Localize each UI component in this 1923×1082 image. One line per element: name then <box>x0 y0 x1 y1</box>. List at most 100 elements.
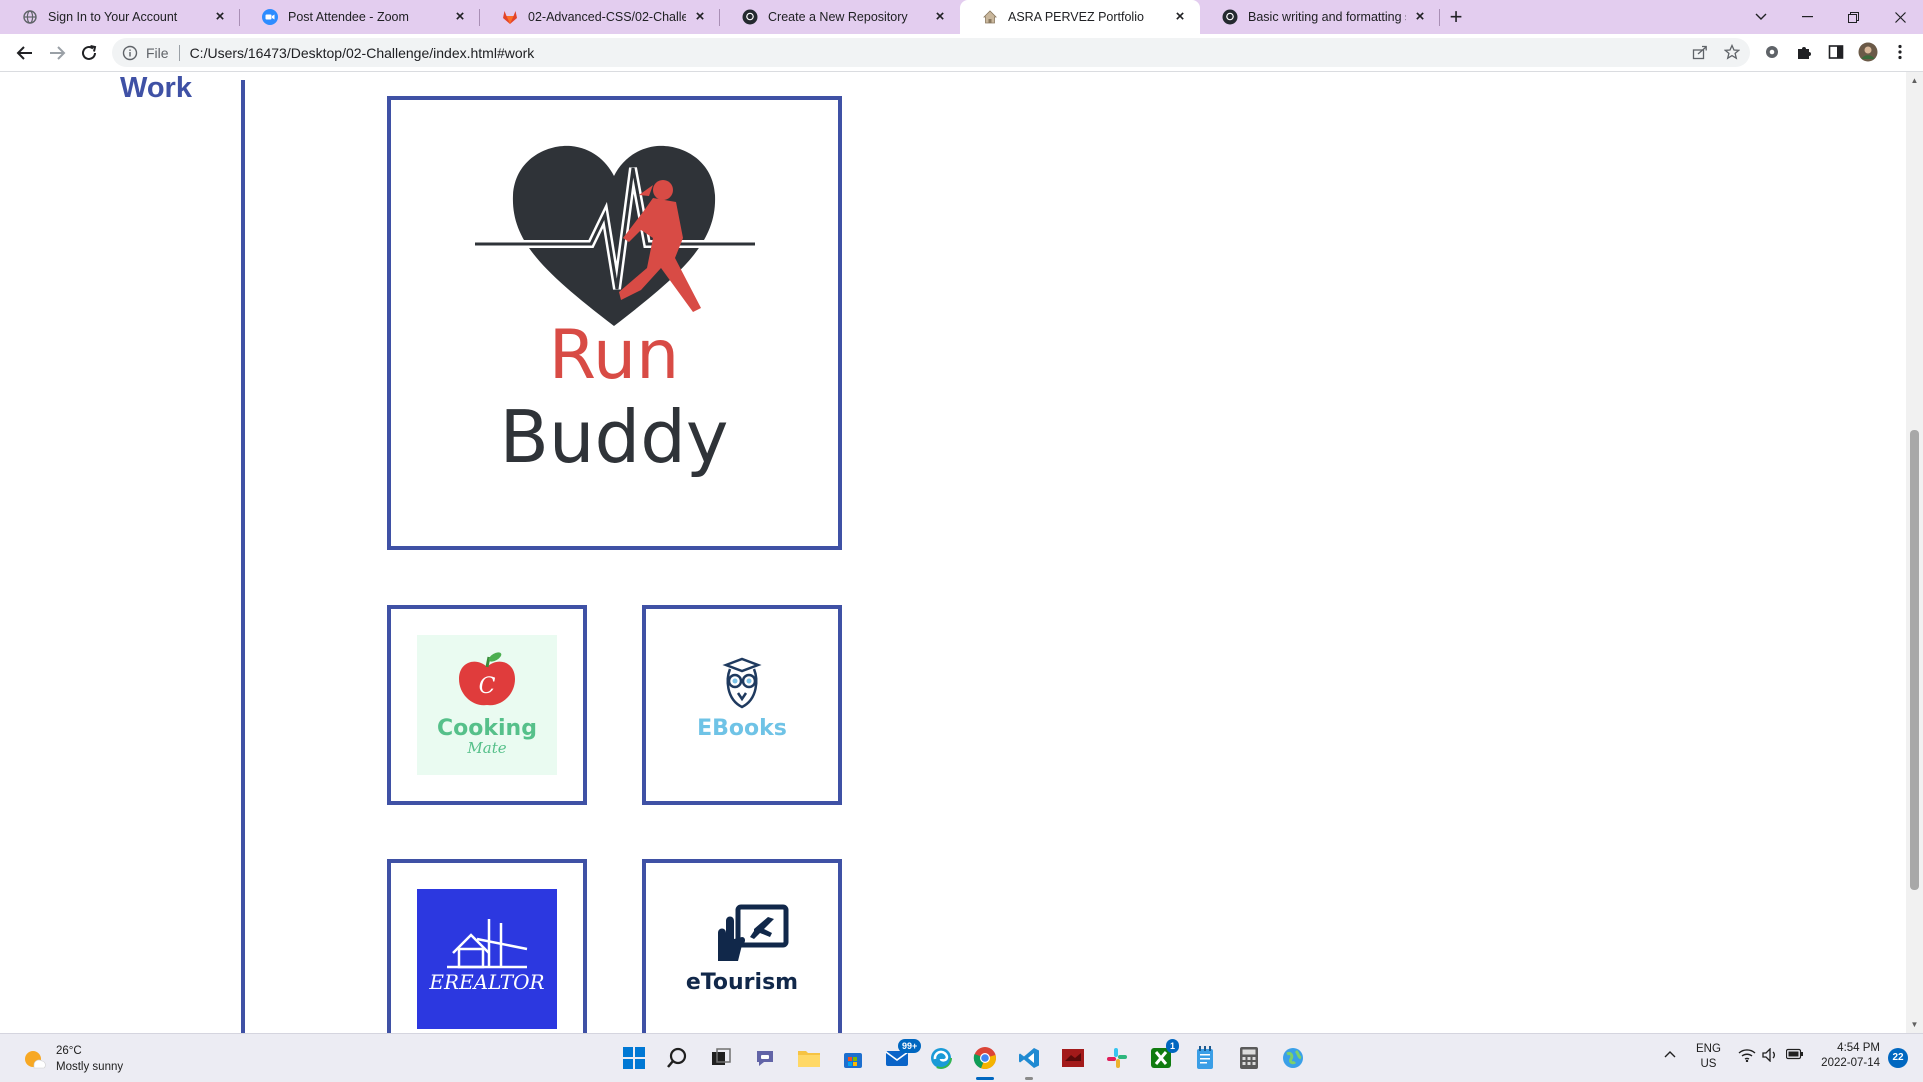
clock-date: 2022-07-14 <box>1821 1057 1880 1069</box>
close-icon[interactable]: × <box>1172 9 1188 25</box>
teams-chat-icon[interactable] <box>750 1043 780 1073</box>
erealtor-text: EREALTOR <box>428 970 544 994</box>
tab-sign-in[interactable]: Sign In to Your Account × <box>0 0 240 34</box>
task-view-icon[interactable] <box>706 1043 736 1073</box>
globe-app-icon[interactable] <box>1278 1043 1308 1073</box>
tab-strip: Sign In to Your Account × Post Attendee … <box>0 0 1923 34</box>
close-icon[interactable]: × <box>1412 9 1428 25</box>
windows-taskbar: 26°C Mostly sunny 99+ 1 ENG US 4:54 PM 2… <box>0 1033 1923 1082</box>
address-bar[interactable]: File C:/Users/16473/Desktop/02-Challenge… <box>112 38 1750 67</box>
battery-icon[interactable] <box>1785 1048 1804 1065</box>
start-icon[interactable] <box>619 1043 649 1073</box>
info-icon[interactable] <box>122 45 138 61</box>
side-panel-icon[interactable] <box>1826 42 1846 62</box>
mail-icon[interactable]: 99+ <box>882 1039 922 1073</box>
close-icon[interactable]: × <box>692 9 708 25</box>
chrome-icon[interactable] <box>970 1043 1000 1080</box>
language-indicator[interactable]: ENG US <box>1696 1042 1721 1072</box>
project-card-ebooks[interactable]: EBooks <box>642 605 842 805</box>
work-section-title: Work <box>120 72 192 104</box>
globe-icon <box>22 9 38 25</box>
run-buddy-text-run: Run <box>549 316 679 395</box>
clock-time: 4:54 PM <box>1837 1042 1880 1054</box>
section-divider-line <box>241 80 245 1033</box>
app-red-icon[interactable] <box>1058 1043 1088 1073</box>
zoom-icon <box>262 9 278 25</box>
share-icon[interactable] <box>1690 42 1710 62</box>
page-viewport: Work Run Buddy C Cooking Mate EBooks ERE… <box>0 72 1906 1033</box>
volume-icon[interactable] <box>1762 1047 1778 1067</box>
project-card-etourism[interactable]: eTourism <box>642 859 842 1033</box>
edge-icon[interactable] <box>926 1043 956 1073</box>
extension-gear-icon[interactable] <box>1762 42 1782 62</box>
wifi-icon[interactable] <box>1738 1048 1756 1067</box>
bookmark-star-icon[interactable] <box>1722 42 1742 62</box>
etourism-text: eTourism <box>686 970 798 995</box>
project-card-cooking-mate[interactable]: C Cooking Mate <box>387 605 587 805</box>
slack-icon[interactable] <box>1102 1043 1132 1073</box>
close-icon[interactable]: × <box>932 9 948 25</box>
forward-icon[interactable] <box>42 38 72 68</box>
tab-basic-writing[interactable]: Basic writing and formatting synt × <box>1200 0 1440 34</box>
erealtor-logo: EREALTOR <box>417 889 557 1029</box>
scheme-label: File <box>146 44 169 61</box>
back-icon[interactable] <box>10 38 40 68</box>
url-text[interactable]: C:/Users/16473/Desktop/02-Challenge/inde… <box>190 45 535 61</box>
close-icon[interactable]: × <box>212 9 228 25</box>
mail-badge: 99+ <box>898 1039 922 1053</box>
profile-avatar[interactable] <box>1858 42 1878 62</box>
scrollbar-thumb[interactable] <box>1910 430 1919 890</box>
xbox-badge: 1 <box>1166 1039 1180 1053</box>
vscode-icon[interactable] <box>1014 1043 1044 1080</box>
cooking-mate-text-cooking: Cooking <box>437 716 537 741</box>
search-icon[interactable] <box>662 1043 692 1073</box>
clock[interactable]: 4:54 PM 2022-07-14 <box>1818 1041 1880 1071</box>
run-buddy-logo: Run Buddy <box>475 145 755 479</box>
weather-temp: 26°C <box>56 1045 82 1057</box>
tab-create-repo[interactable]: Create a New Repository × <box>720 0 960 34</box>
scroll-up-icon[interactable]: ▲ <box>1910 76 1919 85</box>
project-card-run-buddy[interactable]: Run Buddy <box>387 96 842 550</box>
extensions-puzzle-icon[interactable] <box>1794 42 1814 62</box>
xbox-icon[interactable]: 1 <box>1146 1039 1180 1073</box>
weather-widget[interactable]: 26°C Mostly sunny <box>22 1043 123 1075</box>
tray-chevron-icon[interactable] <box>1664 1048 1676 1063</box>
minimize-icon[interactable] <box>1784 0 1830 34</box>
tab-portfolio[interactable]: ASRA PERVEZ Portfolio × <box>960 0 1200 34</box>
tab-search-icon[interactable] <box>1738 0 1784 34</box>
new-tab-button[interactable]: + <box>1440 0 1472 34</box>
house-icon <box>982 9 998 25</box>
file-explorer-icon[interactable] <box>794 1043 824 1073</box>
menu-dots-icon[interactable] <box>1890 42 1910 62</box>
ebooks-logo: EBooks <box>697 657 787 741</box>
tab-title: ASRA PERVEZ Portfolio <box>1008 10 1144 24</box>
weather-condition: Mostly sunny <box>56 1061 124 1073</box>
svg-text:C: C <box>479 674 496 699</box>
close-window-icon[interactable] <box>1877 0 1923 34</box>
calculator-icon[interactable] <box>1234 1043 1264 1073</box>
cooking-mate-text-mate: Mate <box>466 739 506 757</box>
run-buddy-text-buddy: Buddy <box>499 395 728 479</box>
notepad-icon[interactable] <box>1190 1043 1220 1073</box>
tab-title: Create a New Repository <box>768 10 908 24</box>
tab-gitlab[interactable]: 02-Advanced-CSS/02-Challenge × <box>480 0 720 34</box>
etourism-logo: eTourism <box>686 904 798 995</box>
notification-count-badge[interactable]: 22 <box>1888 1048 1908 1068</box>
language-region: US <box>1700 1058 1717 1070</box>
browser-toolbar: File C:/Users/16473/Desktop/02-Challenge… <box>0 34 1923 72</box>
gitlab-icon <box>502 9 518 25</box>
github-icon <box>742 9 758 25</box>
scroll-down-icon[interactable]: ▼ <box>1910 1020 1919 1029</box>
sun-icon <box>25 1051 46 1069</box>
tab-zoom[interactable]: Post Attendee - Zoom × <box>240 0 480 34</box>
restore-icon[interactable] <box>1830 0 1876 34</box>
close-icon[interactable]: × <box>452 9 468 25</box>
tab-title: Sign In to Your Account <box>48 10 178 24</box>
github-icon <box>1222 9 1238 25</box>
tab-title: Basic writing and formatting synt <box>1248 10 1406 24</box>
store-icon[interactable] <box>838 1043 868 1073</box>
reload-icon[interactable] <box>74 38 104 68</box>
tab-title: 02-Advanced-CSS/02-Challenge <box>528 10 686 24</box>
project-card-erealtor[interactable]: EREALTOR <box>387 859 587 1033</box>
page-scrollbar[interactable]: ▲ ▼ <box>1906 72 1923 1033</box>
